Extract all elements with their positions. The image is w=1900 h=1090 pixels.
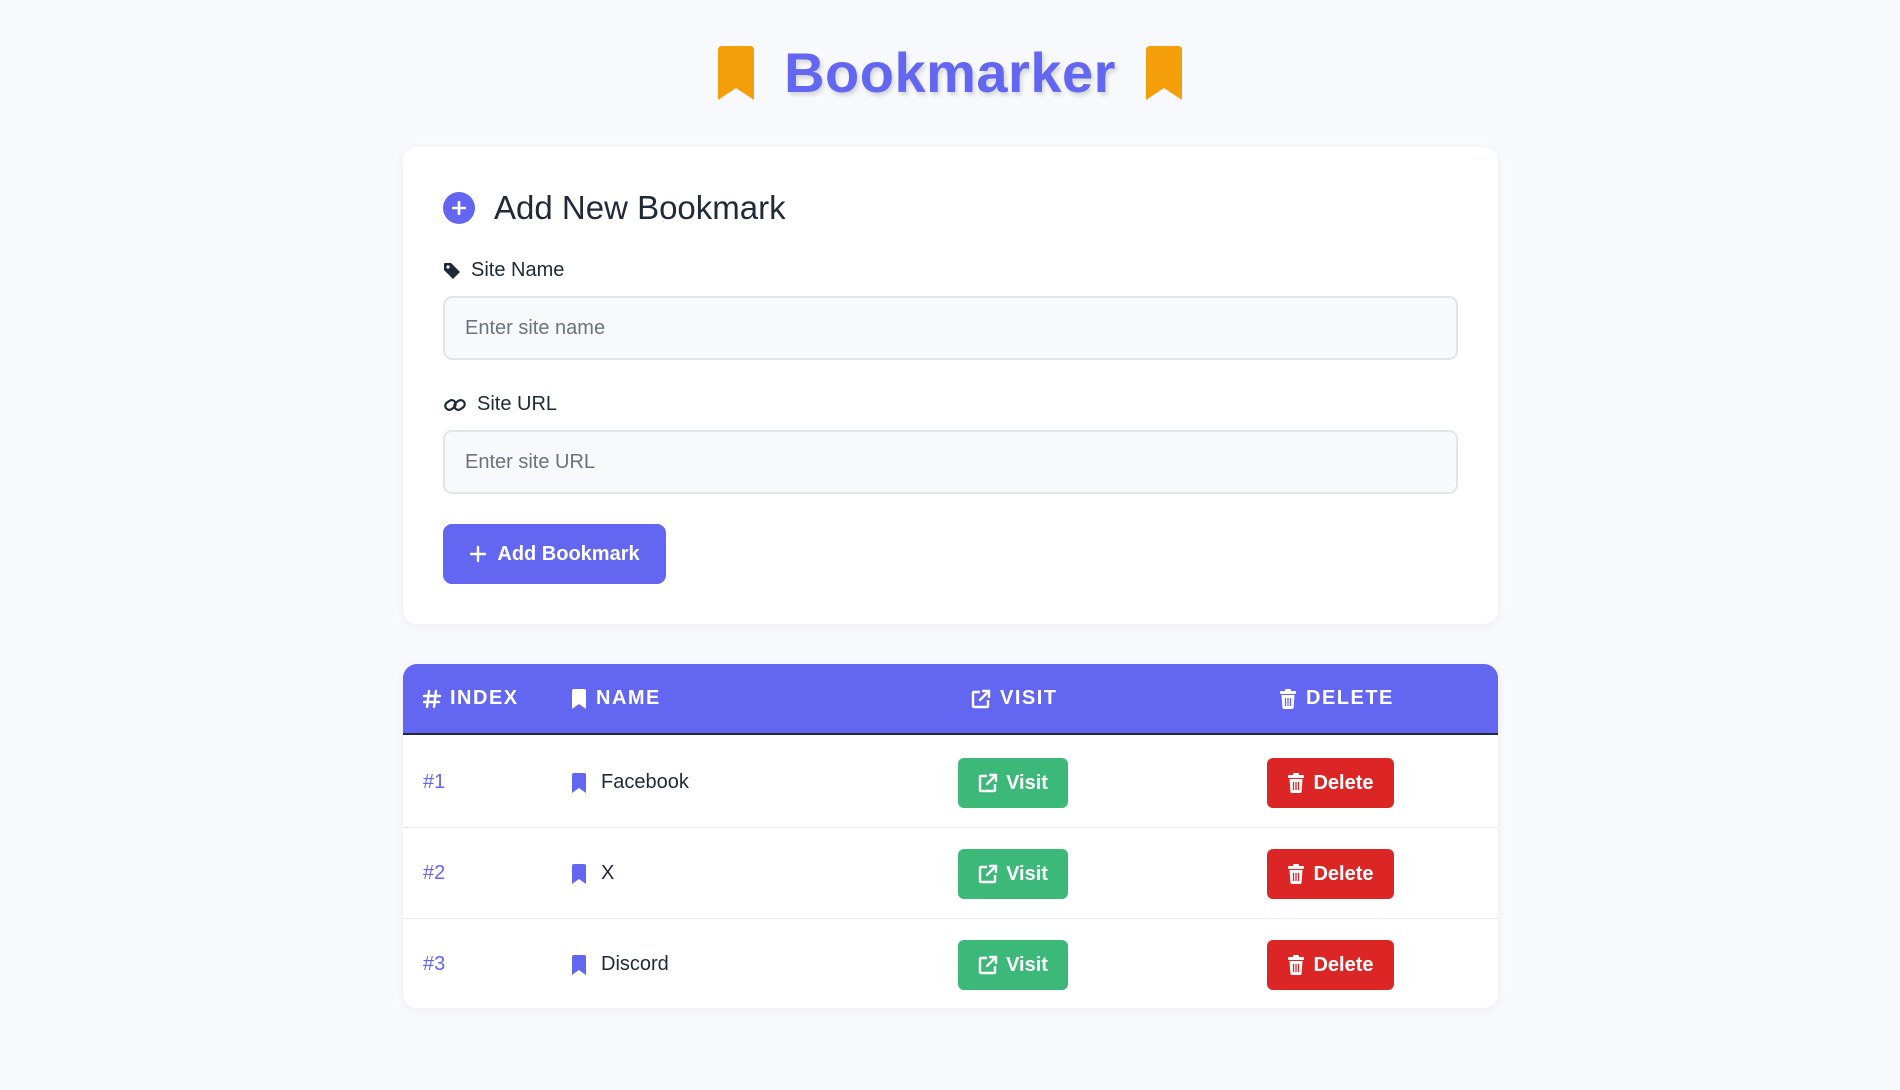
visit-button[interactable]: Visit [958,940,1068,990]
tag-icon [444,262,460,279]
delete-button[interactable]: Delete [1267,849,1394,899]
hash-icon [423,689,441,708]
external-link-icon [978,773,998,793]
row-index: #1 [423,771,446,793]
page: Bookmarker Add New Bookmark Site Name En… [0,0,1900,1090]
trash-icon [1288,773,1305,793]
bookmarks-table: INDEX NAME VISIT DELETE #1 Facebook Visi… [403,664,1498,1008]
visit-button-label: Visit [1006,771,1048,794]
delete-button[interactable]: Delete [1267,758,1394,808]
site-name-label-text: Site Name [471,259,565,281]
plus-icon [470,545,487,563]
column-header-name-label: NAME [596,687,661,709]
external-link-icon [971,689,991,708]
app-title: Bookmarker [784,41,1116,104]
link-icon [444,398,466,411]
column-header-delete-label: DELETE [1306,687,1394,709]
row-name-cell: Discord [571,919,669,1008]
visit-button-label: Visit [1006,953,1048,976]
table-row: #2 X Visit Delete [403,828,1498,919]
add-bookmark-button[interactable]: Add Bookmark [443,524,666,584]
visit-button[interactable]: Visit [958,758,1068,808]
delete-button-label: Delete [1313,862,1374,885]
trash-icon [1288,955,1305,975]
site-url-input[interactable] [443,430,1458,494]
card-title: Add New Bookmark [494,189,786,226]
row-name: Discord [601,953,669,975]
column-header-index: INDEX [423,664,519,733]
site-name-label: Site Name [443,259,564,282]
visit-button-label: Visit [1006,862,1048,885]
column-header-visit-label: VISIT [1000,687,1058,709]
site-url-label-text: Site URL [477,393,558,415]
site-name-input[interactable] [443,296,1458,360]
bookmark-icon [572,772,586,793]
trash-icon [1280,688,1296,709]
trash-icon [1288,864,1305,884]
visit-button[interactable]: Visit [958,849,1068,899]
row-name-cell: Facebook [571,737,689,828]
row-name-cell: X [571,828,614,919]
row-index: #3 [423,953,446,975]
delete-button[interactable]: Delete [1267,940,1394,990]
external-link-icon [978,955,998,975]
column-header-delete: DELETE [1279,664,1394,733]
bookmark-icon [572,688,586,709]
card-header: Add New Bookmark [443,189,786,227]
bookmark-ribbon-icon [1145,45,1182,100]
delete-button-label: Delete [1313,953,1374,976]
column-header-visit: VISIT [971,664,1058,733]
site-url-label: Site URL [443,393,557,416]
table-row: #1 Facebook Visit Delete [403,737,1498,828]
bookmark-icon [572,954,586,975]
column-header-index-label: INDEX [450,687,519,709]
app-header: Bookmarker [0,40,1900,105]
table-header: INDEX NAME VISIT DELETE [403,664,1498,735]
add-bookmark-button-label: Add Bookmark [497,542,640,565]
column-header-name: NAME [571,664,661,733]
row-name: X [601,862,615,884]
external-link-icon [978,864,998,884]
table-row: #3 Discord Visit Delete [403,919,1498,1008]
row-name: Facebook [601,771,689,793]
bookmark-ribbon-icon [718,45,755,100]
bookmark-icon [572,863,586,884]
row-index: #2 [423,862,446,884]
delete-button-label: Delete [1313,771,1374,794]
plus-circle-icon [443,192,475,224]
add-bookmark-card: Add New Bookmark Site Name Site URL Add … [403,147,1498,624]
